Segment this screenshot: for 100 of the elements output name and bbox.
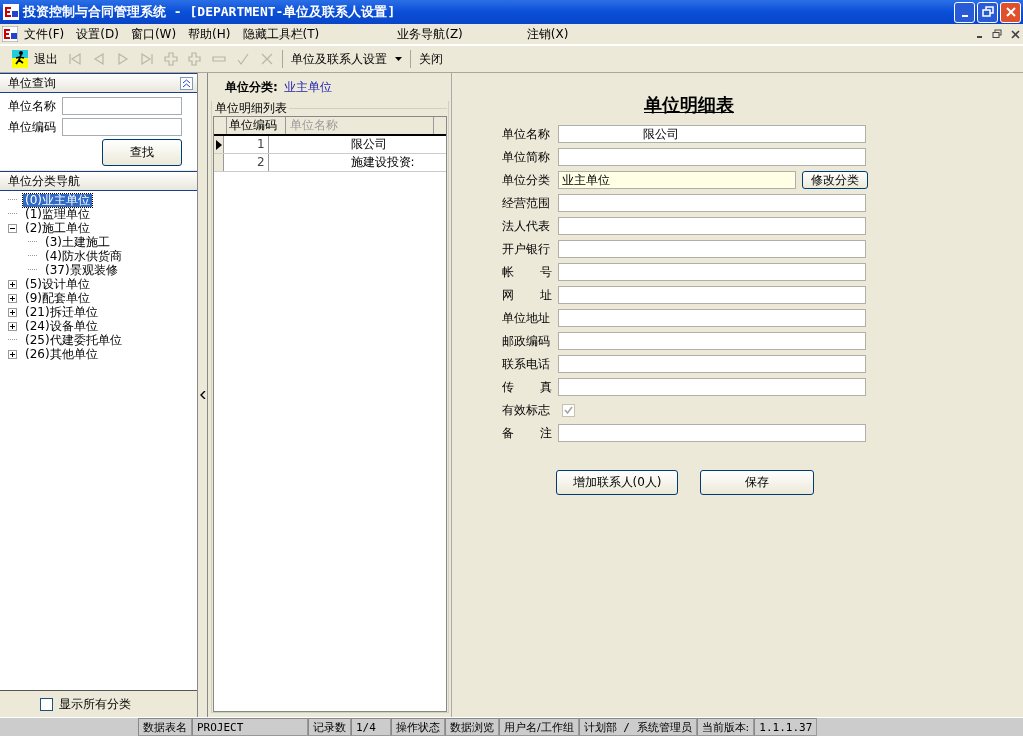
minimize-button[interactable] xyxy=(954,1,975,23)
input-field[interactable] xyxy=(558,355,866,373)
close-icon xyxy=(1010,29,1020,39)
field-label: 联系电话 xyxy=(502,355,551,373)
input-field[interactable] xyxy=(558,263,866,281)
menu-item[interactable]: 设置(D) xyxy=(70,25,125,43)
field-label: 网 址 xyxy=(502,286,552,304)
expander-icon[interactable] xyxy=(8,293,17,303)
checkbox[interactable] xyxy=(40,697,53,711)
tree-item[interactable]: (0)业主单位 xyxy=(23,193,92,207)
input-field[interactable] xyxy=(62,118,182,136)
status-value: PROJECT xyxy=(192,718,308,736)
field-label: 单位名称 xyxy=(502,125,551,143)
category-label: 单位分类: xyxy=(225,78,278,96)
column-header[interactable]: 单位编码 xyxy=(227,117,286,134)
tree-item[interactable]: (37)景观装修 xyxy=(43,263,120,277)
module-dropdown[interactable]: 单位及联系人设置 xyxy=(287,48,406,70)
menu-item[interactable]: 窗口(W) xyxy=(124,25,183,43)
cancel-icon xyxy=(260,52,274,66)
minimize-icon xyxy=(961,15,968,17)
field-label: 单位编码 xyxy=(8,118,56,136)
post-icon xyxy=(236,52,250,66)
menu-item[interactable]: 隐藏工具栏(T) xyxy=(236,25,326,43)
input-field[interactable]: 限公司 xyxy=(558,125,866,143)
status-value: 数据浏览 xyxy=(445,718,499,736)
status-label: 操作状态 xyxy=(391,718,445,736)
input-field[interactable] xyxy=(558,194,866,212)
input-field[interactable] xyxy=(558,240,866,258)
splitter-handle[interactable] xyxy=(198,73,208,717)
restore-button[interactable] xyxy=(977,1,998,23)
table-cell-text: 施建设投资: xyxy=(349,154,416,171)
field-label: 备 注 xyxy=(502,424,552,442)
input-field[interactable] xyxy=(558,309,866,327)
menu-item[interactable]: 注销(X) xyxy=(520,25,575,43)
insert-icon xyxy=(188,52,202,66)
tree-item[interactable]: (1)监理单位 xyxy=(23,207,92,221)
restore-icon xyxy=(992,29,1002,39)
running-man-icon xyxy=(12,50,28,68)
tree-item[interactable]: (3)土建施工 xyxy=(43,235,112,249)
status-label: 当前版本: xyxy=(696,718,755,736)
expander-icon[interactable] xyxy=(8,349,17,359)
save-button[interactable]: 保存 xyxy=(700,470,814,495)
status-value: 1.1.1.37 xyxy=(754,718,818,736)
input-field[interactable] xyxy=(558,332,866,350)
input-field[interactable] xyxy=(558,378,866,396)
status-value: 计划部 / 系统管理员 xyxy=(578,718,697,736)
expander-icon[interactable] xyxy=(8,279,17,289)
status-label: 用户名/工作组 xyxy=(499,718,579,736)
table-cell: 2 xyxy=(224,154,269,171)
close-icon xyxy=(1004,6,1017,18)
caret-icon xyxy=(395,57,402,61)
collapse-button[interactable] xyxy=(180,76,193,90)
input-field[interactable] xyxy=(558,217,866,235)
tree-item[interactable]: (25)代建委托单位 xyxy=(23,333,124,347)
menu-item[interactable]: 帮助(H) xyxy=(182,25,237,43)
tree-item[interactable]: (24)设备单位 xyxy=(23,319,100,333)
field-label: 开户银行 xyxy=(502,240,551,258)
input-field[interactable] xyxy=(558,286,866,304)
form-title: 单位明细表 xyxy=(644,93,734,117)
expander-icon[interactable] xyxy=(8,307,17,317)
exit-button[interactable]: 退出 xyxy=(8,48,62,70)
tree-item[interactable]: (4)防水供货商 xyxy=(43,249,124,263)
add-icon xyxy=(164,52,178,66)
window-title: 投资控制与合同管理系统 - [DEPARTMENT-单位及联系人设置] xyxy=(23,3,396,21)
tree-item[interactable]: (26)其他单位 xyxy=(23,347,100,361)
chevron-icon xyxy=(182,78,191,88)
panel-title: 单位分类导航 xyxy=(8,172,80,190)
menu-item[interactable]: 业务导航(Z) xyxy=(391,25,469,43)
field-label: 帐 号 xyxy=(502,263,552,281)
input-field[interactable] xyxy=(558,424,866,442)
input-field[interactable] xyxy=(558,148,866,166)
tree-item[interactable]: (9)配套单位 xyxy=(23,291,92,305)
change-category-button[interactable]: 修改分类 xyxy=(802,171,868,189)
prev-icon xyxy=(92,52,106,66)
field-label: 法人代表 xyxy=(502,217,551,235)
close-tab-button[interactable]: 关闭 xyxy=(415,48,447,70)
status-label: 数据表名 xyxy=(138,718,192,736)
expander-icon[interactable] xyxy=(8,223,17,233)
tree-item[interactable]: (5)设计单位 xyxy=(23,277,92,291)
add-contact-button[interactable]: 增加联系人(0人) xyxy=(556,470,678,495)
search-button[interactable]: 查找 xyxy=(102,139,182,166)
menu-item[interactable]: 文件(F) xyxy=(18,25,71,43)
app-icon xyxy=(2,26,18,42)
checkbox-label: 显示所有分类 xyxy=(59,695,131,713)
input-field[interactable]: 业主单位 xyxy=(558,171,796,189)
input-field[interactable] xyxy=(62,97,182,115)
field-label: 单位地址 xyxy=(502,309,551,327)
last-icon xyxy=(140,52,154,66)
expander-icon[interactable] xyxy=(8,321,17,331)
minimize-icon xyxy=(976,36,982,38)
tree-item[interactable]: (2)施工单位 xyxy=(23,221,92,235)
table-cell-text: 限公司 xyxy=(349,136,388,153)
close-button[interactable] xyxy=(1000,1,1021,23)
table-cell: 1 xyxy=(224,136,269,153)
field-label: 单位分类 xyxy=(502,171,551,189)
tree-item[interactable]: (21)拆迁单位 xyxy=(23,305,100,319)
field-label: 单位名称 xyxy=(8,97,56,115)
restore-icon xyxy=(981,6,994,18)
group-title: 单位明细列表 xyxy=(214,100,288,117)
status-label: 记录数 xyxy=(308,718,351,736)
